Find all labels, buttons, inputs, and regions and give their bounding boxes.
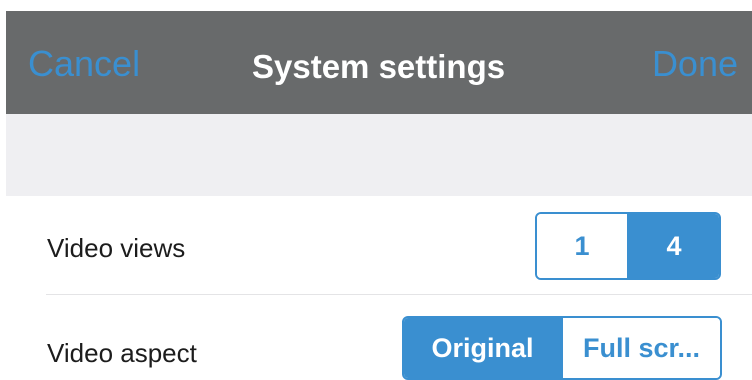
video-aspect-option-full-screen[interactable]: Full scr... [561,318,720,378]
settings-screen: Cancel System settings Done Video views … [0,0,752,380]
video-views-option-1[interactable]: 1 [537,214,627,278]
video-views-row: Video views 1 4 [6,196,752,294]
video-views-segmented-control: 1 4 [535,212,721,280]
page-title: System settings [252,48,506,85]
video-aspect-option-original[interactable]: Original [404,318,561,378]
row-divider [46,294,752,295]
video-aspect-segmented-control: Original Full scr... [402,316,722,380]
section-header-spacer [6,114,752,196]
done-button[interactable]: Done [652,44,738,84]
cancel-button[interactable]: Cancel [28,44,140,84]
video-views-label: Video views [47,233,186,263]
video-views-option-4[interactable]: 4 [627,214,719,278]
navigation-bar: Cancel System settings Done [6,11,752,114]
video-aspect-row: Video aspect Original Full scr... [6,294,752,380]
video-aspect-label: Video aspect [47,338,197,368]
